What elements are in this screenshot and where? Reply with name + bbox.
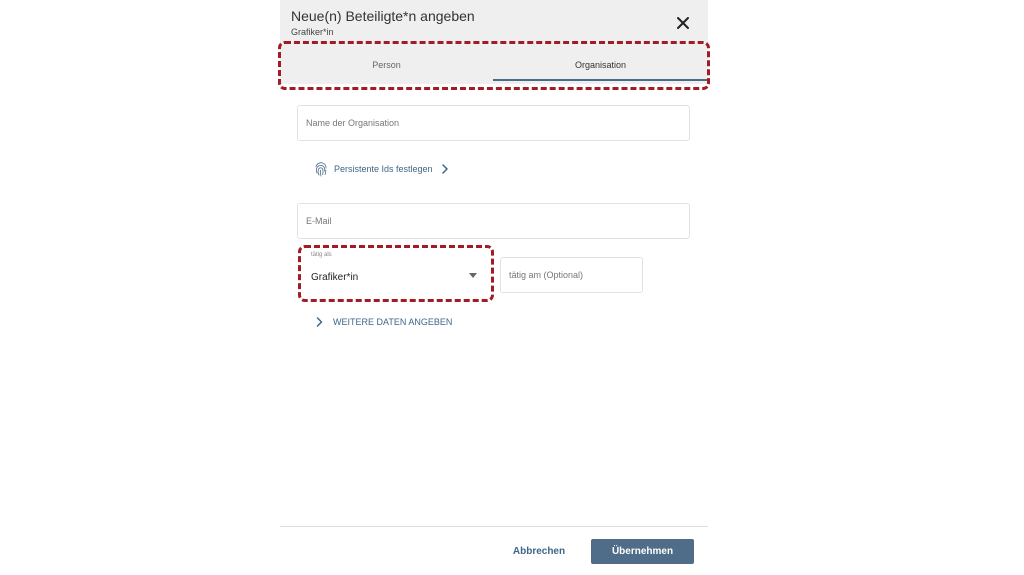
dropdown-arrow-icon [469,273,477,278]
active-tab-indicator [493,79,708,81]
chevron-right-icon [441,164,448,174]
email-input[interactable]: E-Mail [297,203,690,239]
date-input[interactable]: tätig am (Optional) [500,257,643,293]
footer-divider [280,526,708,527]
chevron-right-icon [316,317,323,327]
cancel-button[interactable]: Abbrechen [506,541,572,563]
more-data-toggle[interactable]: WEITERE DATEN ANGEBEN [316,314,452,330]
role-select-value: Grafiker*in [311,272,359,283]
role-select[interactable]: tätig als Grafiker*in [302,249,490,298]
dialog-title: Neue(n) Beteiligte*n angeben [291,8,475,24]
more-data-label: WEITERE DATEN ANGEBEN [333,317,453,327]
apply-button[interactable]: Übernehmen [591,539,694,564]
fingerprint-icon [315,162,327,177]
page: Neue(n) Beteiligte*n angeben Grafiker*in… [0,0,1024,575]
close-button[interactable] [672,12,694,34]
persistent-ids-link[interactable]: Persistente Ids festlegen [314,160,449,178]
dialog-header: Neue(n) Beteiligte*n angeben Grafiker*in… [280,0,708,84]
dialog-subtitle: Grafiker*in [291,27,334,37]
persistent-ids-label: Persistente Ids festlegen [334,164,433,174]
tab-person[interactable]: Person [280,48,493,82]
role-select-label: tätig als [311,252,332,258]
organisation-name-input[interactable]: Name der Organisation [297,105,690,141]
tab-organisation[interactable]: Organisation [493,48,708,82]
close-icon [677,17,689,29]
tab-bar: Person Organisation [280,48,708,82]
